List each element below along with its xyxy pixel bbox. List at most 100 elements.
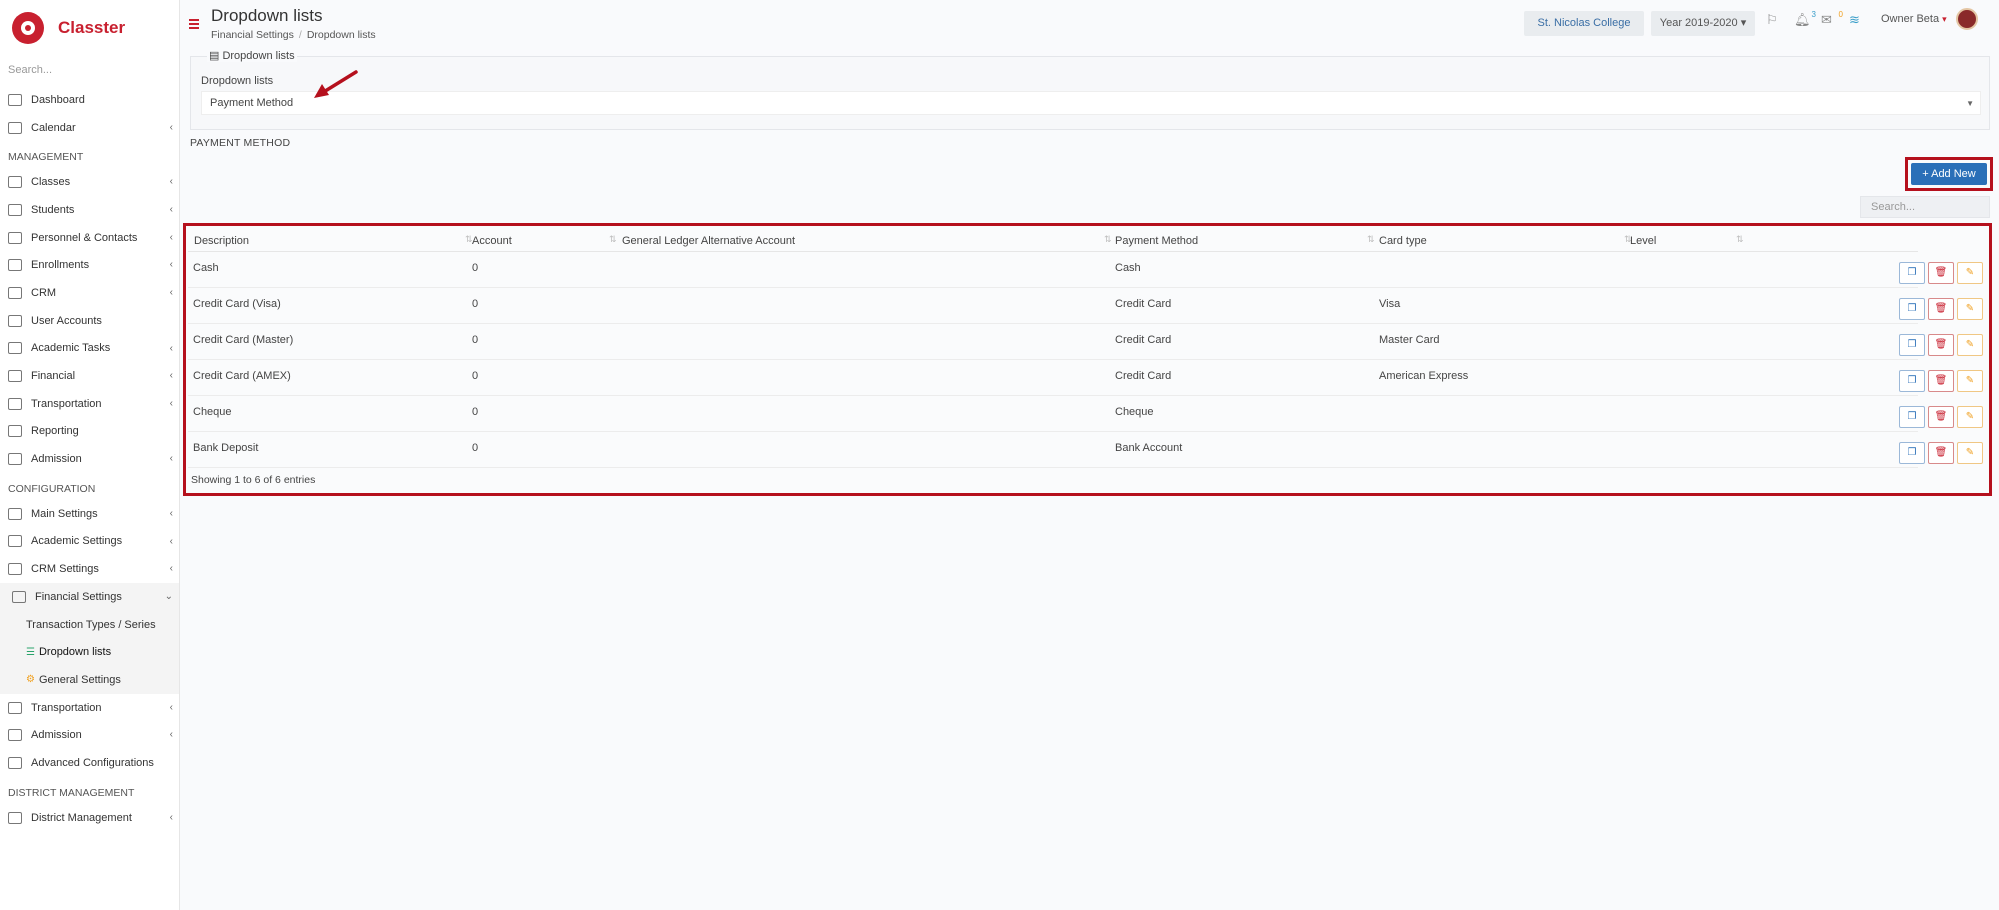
school-selector[interactable]: St. Nicolas College	[1524, 11, 1644, 36]
chevron-left-icon: ‹	[169, 701, 173, 713]
sidebar-item-crm-settings[interactable]: CRM Settings ‹	[0, 555, 179, 583]
sidebar-subitem-general-settings[interactable]: ⚙ General Settings	[0, 666, 179, 694]
cell-card-type: American Express	[1379, 370, 1469, 382]
caret-down-icon: ▾	[1740, 17, 1747, 29]
chevron-left-icon: ‹	[169, 811, 173, 823]
sidebar-item-admission[interactable]: Admission ‹	[0, 445, 179, 473]
row-actions: ❐ 🗑︎ ✎	[1899, 334, 1983, 356]
sidebar-item-academic-tasks[interactable]: Academic Tasks ‹	[0, 335, 179, 363]
dropdown-lists-label: Dropdown lists	[201, 75, 274, 87]
delete-button[interactable]: 🗑︎	[1928, 334, 1954, 356]
cell-payment-method: Credit Card	[1115, 370, 1172, 382]
copy-button[interactable]: ❐	[1899, 262, 1925, 284]
sidebar-item-transportation[interactable]: Transportation ‹	[0, 390, 179, 418]
hamburger-menu-icon[interactable]	[189, 19, 199, 29]
money-icon	[8, 370, 22, 383]
sidebar-item-user-accounts[interactable]: User Accounts	[0, 307, 179, 335]
table-info: Showing 1 to 6 of 6 entries	[191, 474, 316, 486]
column-card-type[interactable]: Card type	[1379, 235, 1427, 247]
institution-icon	[8, 729, 22, 742]
sidebar-item-advanced-configurations[interactable]: Advanced Configurations	[0, 749, 179, 777]
table-row: Credit Card (AMEX) 0 Credit Card America…	[188, 360, 1918, 396]
table-row: Credit Card (Master) 0 Credit Card Maste…	[188, 324, 1918, 360]
table-search-input[interactable]: Search...	[1860, 196, 1990, 218]
copy-button[interactable]: ❐	[1899, 442, 1925, 464]
flag-icon[interactable]: ⚐	[1766, 13, 1782, 27]
year-selector[interactable]: Year 2019-2020 ▾	[1651, 11, 1755, 36]
sort-icon[interactable]: ⇅	[1104, 234, 1112, 245]
chevron-left-icon: ‹	[169, 259, 173, 271]
copy-button[interactable]: ❐	[1899, 406, 1925, 428]
classroom-icon	[8, 176, 22, 189]
money-icon	[12, 590, 26, 603]
sidebar-item-personnel[interactable]: Personnel & Contacts ‹	[0, 224, 179, 252]
sidebar-item-admission-settings[interactable]: Admission ‹	[0, 721, 179, 749]
copy-button[interactable]: ❐	[1899, 334, 1925, 356]
sort-icon[interactable]: ⇅	[1736, 234, 1744, 245]
delete-button[interactable]: 🗑︎	[1928, 298, 1954, 320]
envelope-icon[interactable]: ✉ 0	[1821, 10, 1843, 27]
sidebar-item-main-settings[interactable]: Main Settings ‹	[0, 500, 179, 528]
avatar[interactable]	[1956, 8, 1978, 30]
sidebar-item-dashboard[interactable]: Dashboard	[0, 86, 179, 114]
chevron-left-icon: ‹	[169, 342, 173, 354]
sidebar-item-financial[interactable]: Financial ‹	[0, 362, 179, 390]
sidebar-item-academic-settings[interactable]: Academic Settings ‹	[0, 528, 179, 556]
user-menu[interactable]: Owner Beta ▾	[1881, 13, 1947, 25]
column-payment-method[interactable]: Payment Method	[1115, 235, 1198, 247]
sidebar-item-enrollments[interactable]: Enrollments ‹	[0, 251, 179, 279]
delete-button[interactable]: 🗑︎	[1928, 262, 1954, 284]
sliders-icon	[8, 507, 22, 520]
printer-icon	[8, 425, 22, 438]
delete-button[interactable]: 🗑︎	[1928, 370, 1954, 392]
sidebar-item-reporting[interactable]: Reporting	[0, 418, 179, 446]
cell-description: Cheque	[193, 406, 232, 418]
column-level[interactable]: Level	[1630, 235, 1656, 247]
chevron-left-icon: ‹	[169, 397, 173, 409]
sidebar-subitem-transaction-types[interactable]: Transaction Types / Series	[0, 610, 179, 639]
column-gl-alt-account[interactable]: General Ledger Alternative Account	[622, 235, 795, 247]
cell-account: 0	[472, 334, 479, 346]
grid-icon	[8, 342, 22, 355]
delete-button[interactable]: 🗑︎	[1928, 442, 1954, 464]
stack-icon[interactable]: ≋	[1849, 13, 1865, 27]
caret-down-icon: ▾	[1942, 14, 1947, 24]
breadcrumb-financial-settings[interactable]: Financial Settings	[211, 29, 294, 41]
chevron-left-icon: ‹	[169, 176, 173, 188]
sidebar-item-calendar[interactable]: Calendar ‹	[0, 114, 179, 142]
sidebar-item-district-management[interactable]: District Management ‹	[0, 804, 179, 832]
copy-button[interactable]: ❐	[1899, 298, 1925, 320]
cell-payment-method: Bank Account	[1115, 442, 1183, 454]
table-row: Credit Card (Visa) 0 Credit Card Visa	[188, 288, 1918, 324]
cell-description: Cash	[193, 262, 219, 274]
app-logo[interactable]: Classter	[0, 0, 179, 56]
sidebar-item-transportation-settings[interactable]: Transportation ‹	[0, 694, 179, 722]
copy-button[interactable]: ❐	[1899, 370, 1925, 392]
edit-button[interactable]: ✎	[1957, 298, 1983, 320]
laptop-icon	[8, 93, 22, 106]
sort-icon[interactable]: ⇅	[609, 234, 617, 245]
cell-card-type: Master Card	[1379, 334, 1440, 346]
dropdown-list-select[interactable]: Payment Method ▼	[201, 91, 1981, 115]
edit-button[interactable]: ✎	[1957, 334, 1983, 356]
sidebar-item-financial-settings[interactable]: Financial Settings ⌄	[0, 583, 179, 611]
sidebar-search-input[interactable]: Search...	[0, 56, 179, 86]
edit-button[interactable]: ✎	[1957, 370, 1983, 392]
column-account[interactable]: Account	[472, 235, 512, 247]
column-description[interactable]: Description	[194, 235, 249, 247]
bell-icon[interactable]: 🔔︎ 3	[1794, 10, 1816, 27]
sidebar-subitem-dropdown-lists[interactable]: ☰ Dropdown lists	[0, 638, 179, 667]
sidebar-item-crm[interactable]: CRM ‹	[0, 279, 179, 307]
sidebar-item-classes[interactable]: Classes ‹	[0, 168, 179, 196]
edit-button[interactable]: ✎	[1957, 442, 1983, 464]
add-new-button[interactable]: + Add New	[1911, 163, 1987, 185]
cell-account: 0	[472, 298, 479, 310]
edit-button[interactable]: ✎	[1957, 406, 1983, 428]
sidebar: Classter Search... Dashboard Calendar ‹ M…	[0, 0, 180, 910]
edit-button[interactable]: ✎	[1957, 262, 1983, 284]
panel-legend: ▤ Dropdown lists	[207, 49, 297, 62]
sort-icon[interactable]: ⇅	[1367, 234, 1375, 245]
cell-payment-method: Credit Card	[1115, 298, 1172, 310]
delete-button[interactable]: 🗑︎	[1928, 406, 1954, 428]
sidebar-item-students[interactable]: Students ‹	[0, 196, 179, 224]
